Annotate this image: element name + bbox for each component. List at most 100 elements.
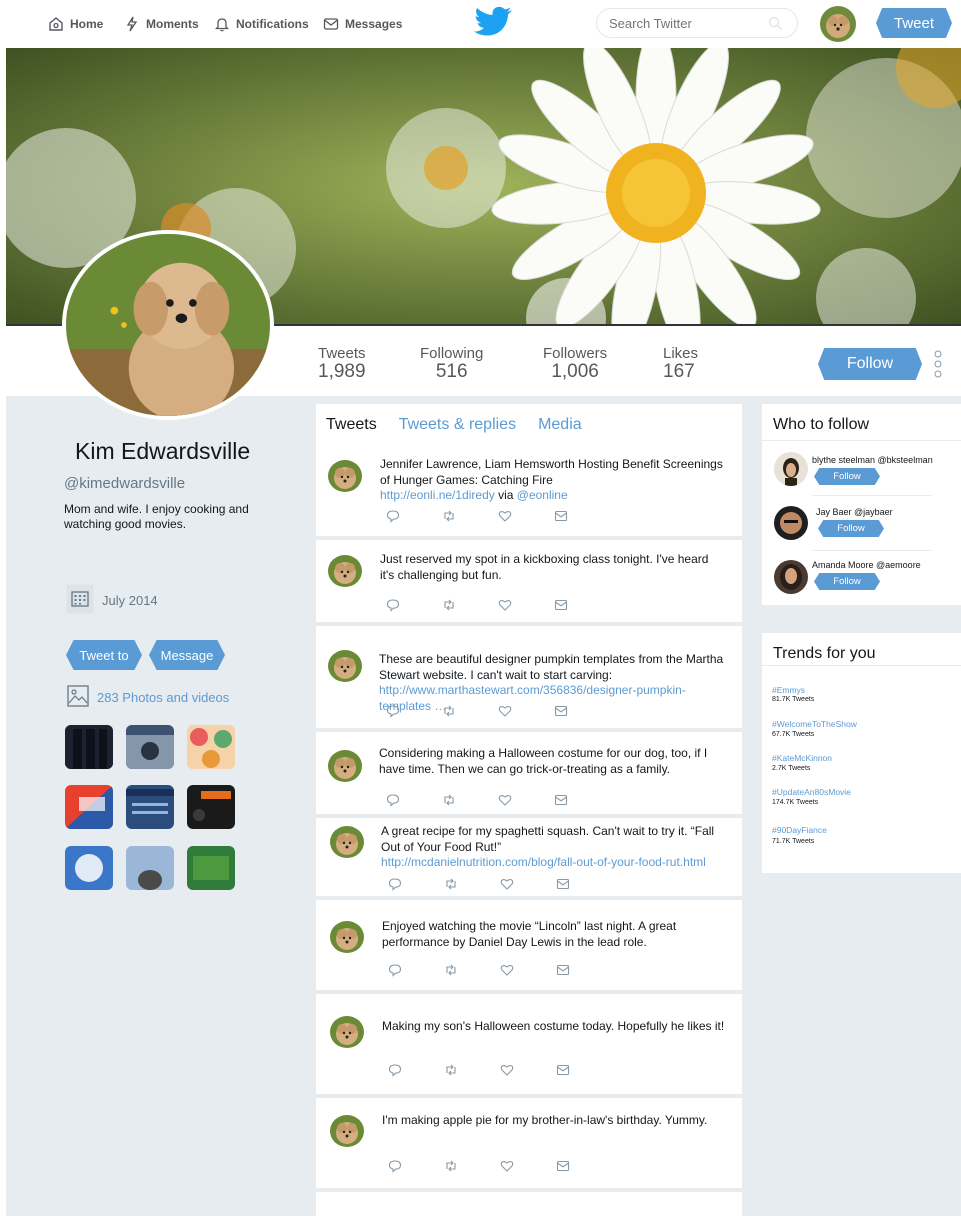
retweet-icon[interactable] (442, 793, 456, 807)
feed-tabs: Tweets Tweets & replies Media (326, 416, 582, 434)
tweet-compose-button[interactable]: Tweet (876, 8, 952, 38)
tab-tweets-replies[interactable]: Tweets & replies (399, 416, 516, 434)
tweet-body: Just reserved my spot in a kickboxing cl… (380, 552, 709, 582)
direct-message-icon[interactable] (556, 963, 570, 977)
trend-tag[interactable]: #90DayFiance (772, 825, 827, 835)
heart-icon[interactable] (500, 1159, 514, 1173)
card-divider (762, 665, 961, 666)
tweet-avatar[interactable] (328, 555, 362, 587)
reply-icon[interactable] (386, 598, 400, 612)
heart-icon[interactable] (500, 963, 514, 977)
tweet-avatar[interactable] (330, 1115, 364, 1147)
avatar[interactable] (774, 560, 808, 594)
photo-thumb[interactable] (187, 785, 235, 829)
heart-icon[interactable] (500, 877, 514, 891)
nav-moments[interactable]: Moments (124, 15, 199, 33)
photo-thumb[interactable] (126, 785, 174, 829)
reply-icon[interactable] (386, 704, 400, 718)
follow-button[interactable]: Follow (818, 348, 922, 380)
heart-icon[interactable] (498, 598, 512, 612)
tweet-to-button[interactable]: Tweet to (66, 640, 142, 670)
nav-notifications[interactable]: Notifications (214, 15, 309, 33)
stat-likes[interactable]: Likes 167 (663, 345, 698, 382)
avatar[interactable] (774, 452, 808, 486)
tweet-avatar[interactable] (330, 921, 364, 953)
retweet-icon[interactable] (444, 1063, 458, 1077)
stat-tweets[interactable]: Tweets 1,989 (318, 345, 366, 382)
reply-icon[interactable] (388, 963, 402, 977)
photo-thumb[interactable] (65, 725, 113, 769)
avatar[interactable] (774, 506, 808, 540)
heart-icon[interactable] (498, 704, 512, 718)
trend-tag[interactable]: #WelcomeToTheShow (772, 719, 857, 729)
tweet-avatar[interactable] (328, 460, 362, 492)
tweet-body: I'm making apple pie for my brother-in-l… (382, 1113, 708, 1127)
who-to-follow-name[interactable]: Amanda Moore @aemoore (812, 560, 921, 570)
trend-tag[interactable]: #Emmys (772, 685, 805, 695)
who-to-follow-follow-button[interactable]: Follow (814, 468, 880, 485)
reply-icon[interactable] (388, 1159, 402, 1173)
direct-message-icon[interactable] (554, 704, 568, 718)
heart-icon[interactable] (498, 793, 512, 807)
tab-tweets[interactable]: Tweets (326, 416, 377, 434)
retweet-icon[interactable] (442, 704, 456, 718)
twitter-bird-icon[interactable] (474, 5, 514, 41)
search-icon[interactable] (768, 16, 783, 31)
stat-followers[interactable]: Followers 1,006 (543, 345, 607, 382)
retweet-icon[interactable] (444, 963, 458, 977)
direct-message-icon[interactable] (556, 877, 570, 891)
trend-tag[interactable]: #KateMcKinnon (772, 753, 832, 763)
person-avatar-image (774, 452, 808, 486)
reply-icon[interactable] (388, 877, 402, 891)
tab-media[interactable]: Media (538, 416, 582, 434)
more-options-icon[interactable] (933, 350, 943, 378)
tweet-avatar[interactable] (328, 750, 362, 782)
stat-following[interactable]: Following 516 (420, 345, 483, 382)
trend-count: 67.7K Tweets (772, 731, 815, 738)
photo-thumb[interactable] (187, 846, 235, 890)
photo-thumb[interactable] (126, 725, 174, 769)
nav-avatar[interactable] (820, 6, 856, 42)
nav-messages[interactable]: Messages (323, 15, 402, 33)
tweet-avatar[interactable] (328, 650, 362, 682)
photo-thumb[interactable] (126, 846, 174, 890)
trend-tag[interactable]: #UpdateAn80sMovie (772, 787, 851, 797)
retweet-icon[interactable] (444, 877, 458, 891)
tweet-text: I'm making apple pie for my brother-in-l… (382, 1113, 727, 1129)
message-button[interactable]: Message (149, 640, 225, 670)
at-univ-thumb (126, 725, 174, 769)
stat-followers-value: 1,006 (551, 361, 599, 382)
trends-card: Trends for you #Emmys 81.7K Tweets #Welc… (762, 633, 961, 873)
direct-message-icon[interactable] (554, 598, 568, 612)
photos-videos-link[interactable]: 283 Photos and videos (97, 690, 229, 705)
image-icon (67, 685, 89, 707)
reply-icon[interactable] (386, 509, 400, 523)
direct-message-icon[interactable] (554, 793, 568, 807)
direct-message-icon[interactable] (554, 509, 568, 523)
retweet-icon[interactable] (444, 1159, 458, 1173)
retweet-icon[interactable] (442, 598, 456, 612)
reply-icon[interactable] (388, 1063, 402, 1077)
who-to-follow-name[interactable]: blythe steelman @bksteelman (812, 455, 933, 465)
heart-icon[interactable] (500, 1063, 514, 1077)
tweet-avatar[interactable] (330, 826, 364, 858)
tweet-avatar[interactable] (330, 1016, 364, 1048)
heart-icon[interactable] (498, 509, 512, 523)
who-to-follow-name[interactable]: Jay Baer @jaybaer (816, 507, 893, 517)
nav-home[interactable]: Home (48, 15, 103, 33)
tweet-link[interactable]: http://eonli.ne/1diredy (380, 488, 495, 502)
tweet-actions (388, 1159, 570, 1173)
tweet-link[interactable]: http://mcdanielnutrition.com/blog/fall-o… (381, 855, 706, 869)
retweet-icon[interactable] (442, 509, 456, 523)
who-to-follow-follow-button[interactable]: Follow (814, 573, 880, 590)
direct-message-icon[interactable] (556, 1159, 570, 1173)
profile-avatar[interactable] (62, 230, 274, 420)
direct-message-icon[interactable] (556, 1063, 570, 1077)
tweet-row[interactable] (316, 994, 742, 1098)
reply-icon[interactable] (386, 793, 400, 807)
who-to-follow-follow-button[interactable]: Follow (818, 520, 884, 537)
tweet-mention[interactable]: @eonline (517, 488, 568, 502)
photo-thumb[interactable] (187, 725, 235, 769)
photo-thumb[interactable] (65, 846, 113, 890)
photo-thumb[interactable] (65, 785, 113, 829)
